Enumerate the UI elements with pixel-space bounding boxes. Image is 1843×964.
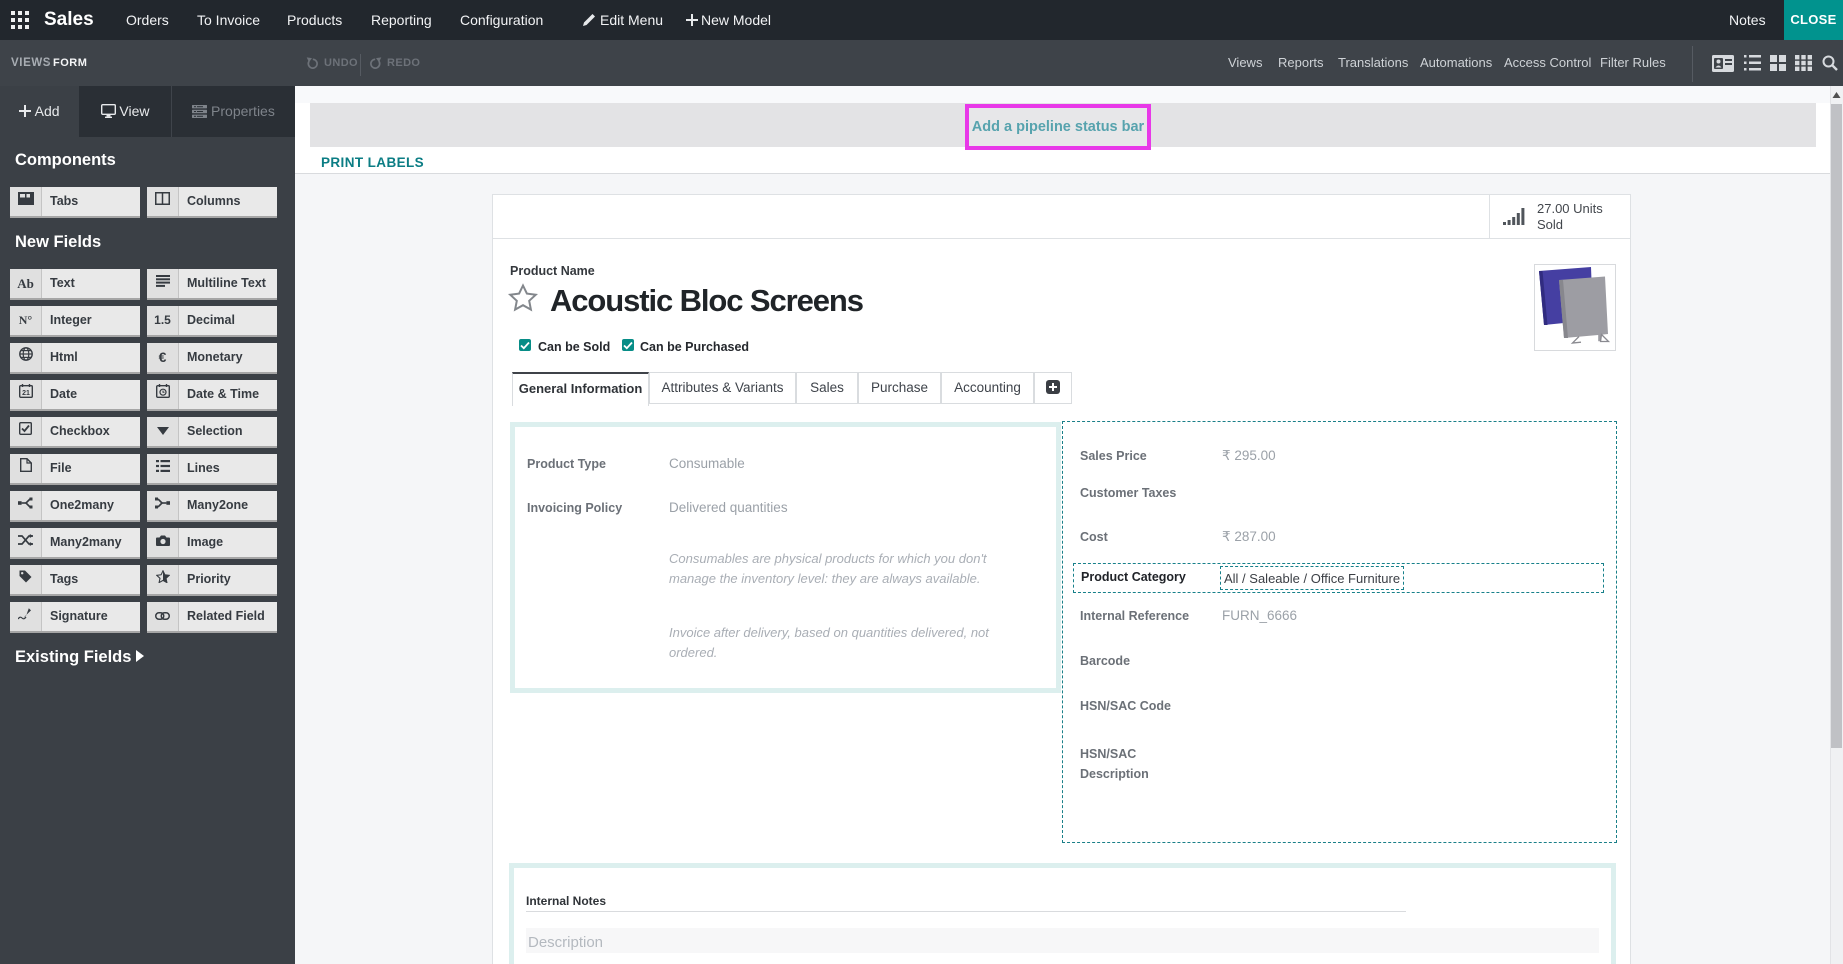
svg-text:21: 21 (22, 390, 30, 397)
